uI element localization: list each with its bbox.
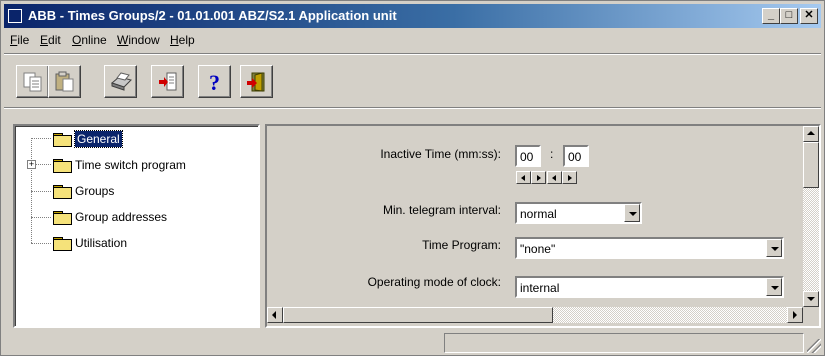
scroll-right-icon[interactable] [787,307,803,323]
menu-online[interactable]: Online [72,33,107,47]
menu-file[interactable]: File [10,33,29,47]
printer-icon [110,71,132,91]
exit-door-icon [246,71,264,92]
tree-item-label: Groups [75,184,115,198]
copy-icon [23,72,41,91]
operating-mode-select[interactable]: internal [515,276,784,298]
increment-icon[interactable] [562,171,577,184]
horizontal-scrollbar[interactable] [267,307,803,323]
inactive-time-label: Inactive Time (mm:ss): [380,147,501,161]
tree-item-time-switch-program[interactable]: Time switch program [53,155,186,175]
minutes-spinner[interactable] [516,171,546,184]
application-window: ABB - Times Groups/2 - 01.01.001 ABZ/S2.… [0,0,825,356]
help-button[interactable]: ? [198,65,231,98]
status-bar-right [444,333,804,353]
decrement-icon[interactable] [547,171,562,184]
print-button[interactable] [104,65,137,98]
folder-icon [53,210,72,225]
inactive-minutes-field[interactable]: 00 [515,145,541,167]
folder-icon [53,236,72,251]
status-bar-left [4,333,442,353]
operating-mode-label: Operating mode of clock: [367,275,501,289]
min-telegram-label: Min. telegram interval: [382,203,501,217]
maximize-button[interactable]: □ [780,8,798,24]
vertical-scrollbar[interactable] [803,126,819,307]
horizontal-scroll-thumb[interactable] [283,307,553,323]
folder-icon [53,184,72,199]
tree-item-label: General [74,130,123,148]
select-value: "none" [520,242,556,256]
parameter-panel: Inactive Time (mm:ss): 00 : 00 Min. tele… [265,124,821,328]
app-icon [8,9,22,23]
import-icon [158,72,176,90]
time-program-select[interactable]: "none" [515,237,784,259]
vertical-scroll-thumb[interactable] [803,142,819,188]
folder-icon [53,158,72,173]
scroll-up-icon[interactable] [803,126,819,142]
tree-item-group-addresses[interactable]: Group addresses [53,207,167,227]
tree-item-label: Time switch program [75,158,186,172]
svg-text:?: ? [209,71,220,93]
minimize-button[interactable]: _ [762,8,780,24]
time-program-label: Time Program: [422,238,501,252]
title-bar[interactable]: ABB - Times Groups/2 - 01.01.001 ABZ/S2.… [4,4,821,28]
chevron-down-icon[interactable] [766,278,782,296]
seconds-spinner[interactable] [547,171,577,184]
scroll-left-icon[interactable] [267,307,283,323]
time-separator: : [550,147,554,161]
tree-item-label: Group addresses [75,210,168,224]
menu-window[interactable]: Window [117,33,160,47]
inactive-seconds-field[interactable]: 00 [563,145,589,167]
select-value: normal [520,207,557,221]
expand-icon[interactable]: + [27,160,36,169]
increment-icon[interactable] [531,171,546,184]
toolbar-divider [4,107,821,109]
import-button[interactable] [151,65,184,98]
tree-item-utilisation[interactable]: Utilisation [53,233,127,253]
window-title: ABB - Times Groups/2 - 01.01.001 ABZ/S2.… [28,8,397,23]
resize-grip-icon[interactable] [807,339,821,353]
chevron-down-icon[interactable] [766,239,782,257]
menu-help[interactable]: Help [170,33,195,47]
select-value: internal [520,281,560,295]
chevron-down-icon[interactable] [624,204,640,222]
paste-icon [55,71,73,91]
tree-item-general[interactable]: General [53,129,123,149]
folder-open-icon [53,132,72,147]
copy-button[interactable] [16,65,49,98]
tree-item-groups[interactable]: Groups [53,181,114,201]
decrement-icon[interactable] [516,171,531,184]
scroll-down-icon[interactable] [803,291,819,307]
question-mark-icon: ? [209,71,220,93]
exit-button[interactable] [240,65,273,98]
toolbar-divider [4,53,821,55]
menu-edit[interactable]: Edit [40,33,61,47]
paste-button[interactable] [48,65,81,98]
tree-item-label: Utilisation [75,236,128,250]
min-telegram-select[interactable]: normal [515,202,642,224]
close-button[interactable]: ✕ [800,8,818,24]
tree-view[interactable]: + General Time switch program Groups Gro… [13,124,260,328]
